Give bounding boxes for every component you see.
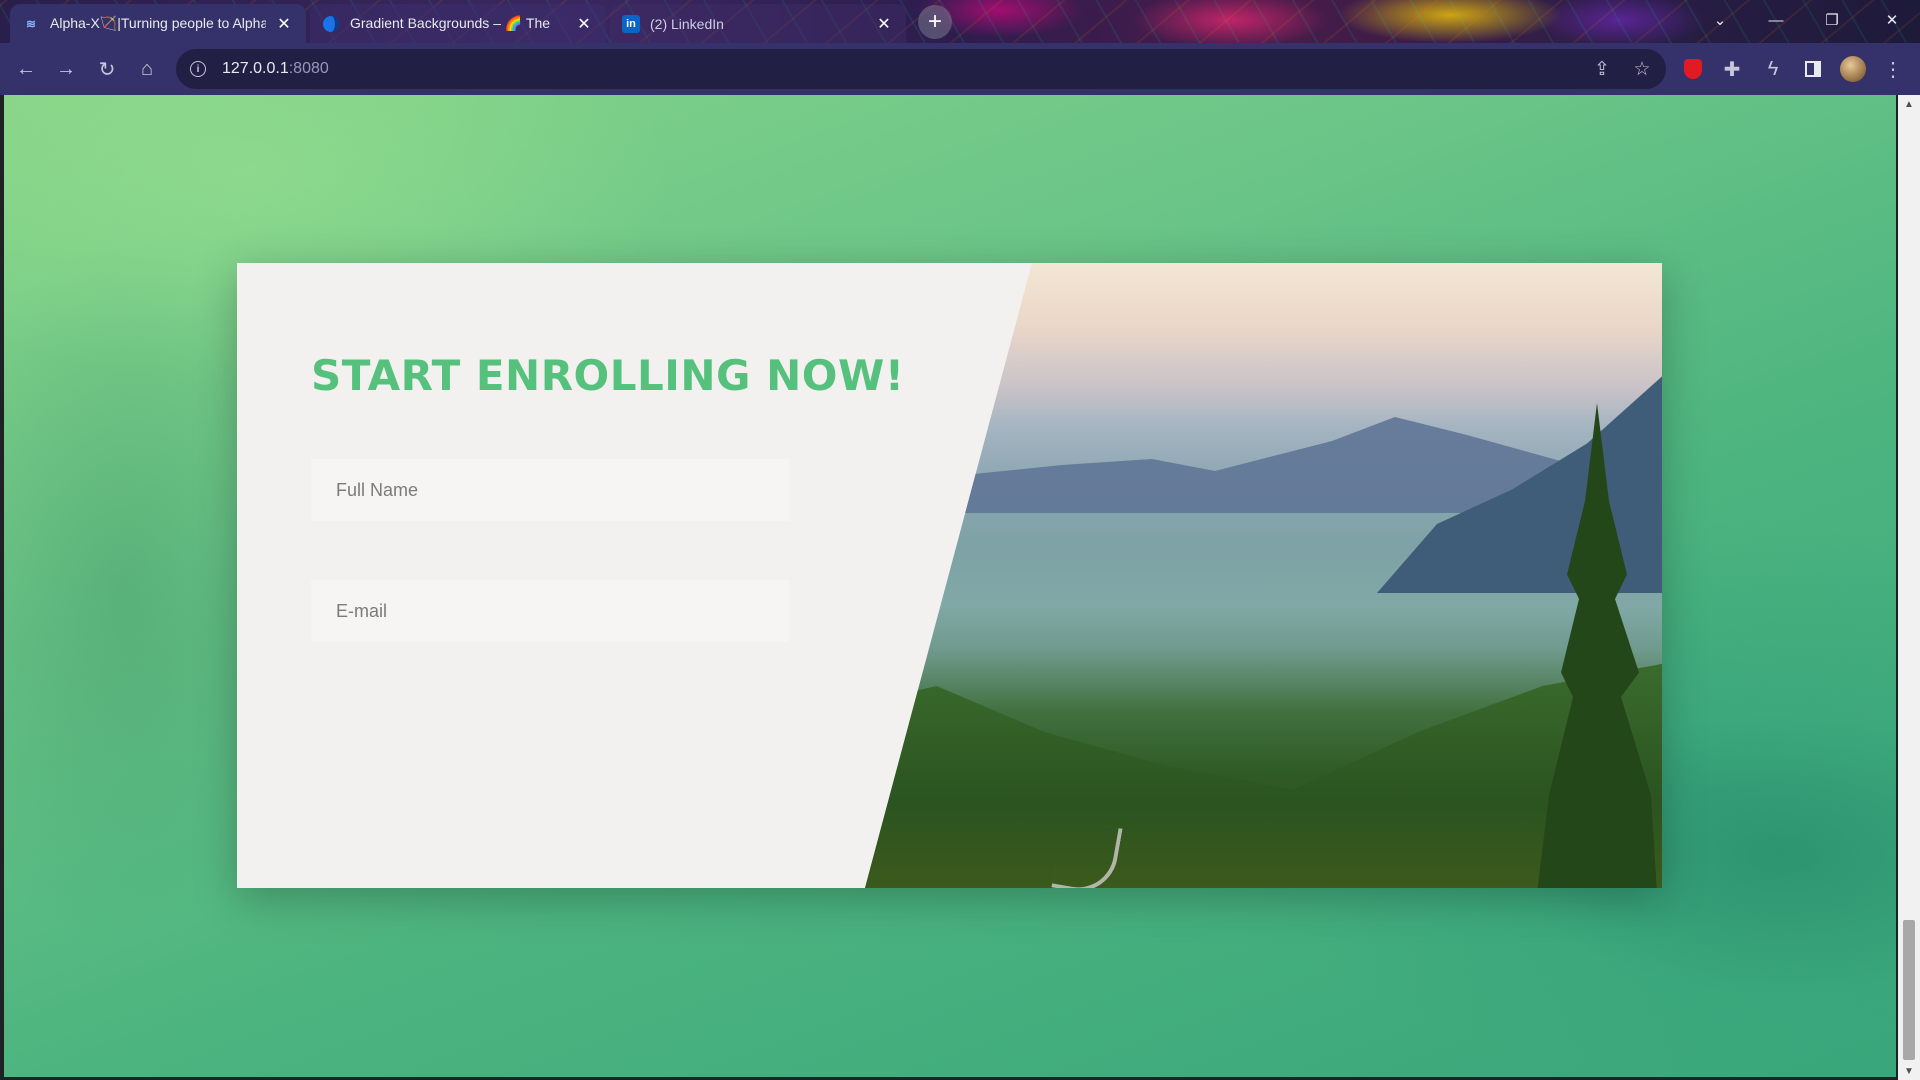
close-window-icon[interactable]: ✕ — [1864, 0, 1920, 40]
alpha-x-logo-icon: ≋ — [25, 16, 37, 31]
tab-strip: ≋ Alpha-X🏹|Turning people to Alpha ✕ Gra… — [0, 0, 1920, 43]
scroll-down-icon[interactable]: ▼ — [1898, 1062, 1920, 1080]
forward-icon[interactable]: → — [50, 53, 82, 85]
enroll-card: START ENROLLING NOW! — [237, 263, 1662, 888]
enroll-heading: START ENROLLING NOW! — [311, 351, 905, 400]
home-icon[interactable]: ⌂ — [131, 53, 163, 85]
email-input[interactable] — [311, 580, 789, 642]
tab-title: Gradient Backgrounds – 🌈 The — [350, 15, 551, 31]
full-name-input[interactable] — [311, 459, 789, 521]
tab-search-icon[interactable]: ⌄ — [1692, 0, 1748, 40]
close-tab-icon[interactable]: ✕ — [574, 14, 594, 34]
url-host: 127.0.0.1 — [222, 60, 289, 77]
tab-title: Alpha-X🏹|Turning people to Alpha — [50, 15, 266, 31]
close-tab-icon[interactable]: ✕ — [874, 14, 894, 34]
extension-bolt-icon[interactable]: ϟ — [1757, 53, 1789, 85]
scroll-thumb[interactable] — [1903, 920, 1915, 1060]
browser-toolbar: ← → ↻ ⌂ i 127.0.0.1:8080 ⇪ ☆ ✚ ϟ ⋮ — [0, 43, 1920, 95]
linkedin-icon: in — [622, 14, 640, 33]
extension-shield-icon[interactable] — [1677, 53, 1709, 85]
close-tab-icon[interactable]: ✕ — [274, 14, 294, 34]
minimize-icon[interactable]: — — [1748, 0, 1804, 40]
new-tab-button[interactable]: + — [918, 5, 952, 39]
browser-menu-icon[interactable]: ⋮ — [1877, 53, 1909, 85]
page-scrollbar[interactable]: ▲ ▼ — [1898, 95, 1920, 1080]
page-viewport: START ENROLLING NOW! — [4, 95, 1896, 1077]
url-text[interactable]: 127.0.0.1:8080 — [222, 60, 329, 78]
url-port: :8080 — [288, 60, 329, 77]
tab-linkedin[interactable]: in (2) LinkedIn ✕ — [610, 4, 906, 43]
globe-icon — [322, 15, 340, 33]
share-icon[interactable]: ⇪ — [1586, 53, 1618, 85]
back-icon[interactable]: ← — [10, 53, 42, 85]
profile-avatar[interactable] — [1837, 53, 1869, 85]
reload-icon[interactable]: ↻ — [91, 53, 123, 85]
forest — [865, 663, 1662, 888]
extensions-puzzle-icon[interactable]: ✚ — [1716, 53, 1748, 85]
tab-gradient-backgrounds[interactable]: Gradient Backgrounds – 🌈 The ✕ — [310, 4, 606, 43]
site-info-icon[interactable]: i — [190, 61, 206, 77]
side-panel-icon[interactable] — [1797, 53, 1829, 85]
bookmark-star-icon[interactable]: ☆ — [1626, 53, 1658, 85]
tab-alpha-x[interactable]: ≋ Alpha-X🏹|Turning people to Alpha ✕ — [10, 4, 306, 43]
tab-title: (2) LinkedIn — [650, 15, 724, 32]
restore-icon[interactable]: ❐ — [1804, 0, 1860, 40]
scroll-up-icon[interactable]: ▲ — [1898, 95, 1920, 113]
address-bar[interactable]: i 127.0.0.1:8080 ⇪ ☆ — [176, 49, 1666, 89]
